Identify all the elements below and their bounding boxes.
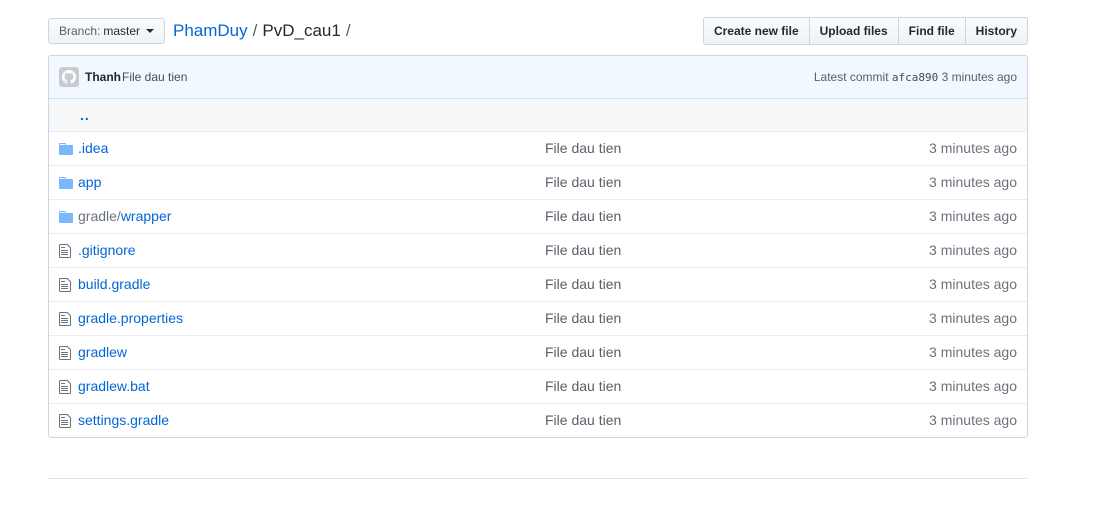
file-name-link[interactable]: .idea	[78, 132, 108, 165]
file-name-link[interactable]: app	[78, 166, 101, 199]
create-new-file-button[interactable]: Create new file	[702, 17, 809, 45]
file-name-text: build.gradle	[78, 276, 151, 292]
branch-select-button[interactable]: Branch: master	[48, 18, 166, 44]
file-row[interactable]: app File dau tien 3 minutes ago	[49, 165, 1027, 199]
branch-prefix: Branch:	[59, 24, 101, 38]
file-row[interactable]: gradle/wrapper File dau tien 3 minutes ago	[49, 199, 1027, 233]
file-icon	[59, 277, 75, 293]
file-commit-message[interactable]: File dau tien	[545, 234, 621, 267]
parent-directory-link[interactable]: ..	[80, 99, 90, 131]
file-row[interactable]: gradlew File dau tien 3 minutes ago	[49, 335, 1027, 369]
breadcrumb: PhamDuy / PvD_cau1/	[173, 17, 356, 45]
upload-files-button[interactable]: Upload files	[808, 17, 898, 45]
latest-commit-bar: Thanh File dau tien Latest commit afca89…	[49, 56, 1027, 99]
file-icon	[59, 345, 75, 361]
file-commit-message[interactable]: File dau tien	[545, 166, 621, 199]
file-icon	[59, 243, 75, 259]
find-file-button[interactable]: Find file	[897, 17, 965, 45]
file-commit-age: 3 minutes ago	[929, 140, 1017, 156]
file-commit-message[interactable]: File dau tien	[545, 132, 621, 165]
file-name-link[interactable]: gradle/wrapper	[78, 200, 171, 233]
file-commit-message[interactable]: File dau tien	[545, 268, 621, 301]
commit-author[interactable]: Thanh	[85, 56, 121, 98]
file-actions-group: Create new file Upload files Find file H…	[702, 17, 1028, 45]
file-table: Thanh File dau tien Latest commit afca89…	[48, 55, 1028, 438]
file-icon	[59, 311, 75, 327]
file-row[interactable]: gradle.properties File dau tien 3 minutes …	[49, 301, 1027, 335]
file-commit-age: 3 minutes ago	[929, 242, 1017, 258]
file-commit-age: 3 minutes ago	[929, 344, 1017, 360]
file-commit-message[interactable]: File dau tien	[545, 336, 621, 369]
file-commit-message[interactable]: File dau tien	[545, 302, 621, 335]
file-row[interactable]: gradlew.bat File dau tien 3 minutes ago	[49, 369, 1027, 403]
history-button[interactable]: History	[964, 17, 1028, 45]
file-name-link[interactable]: settings.gradle	[78, 404, 169, 437]
file-row[interactable]: .gitignore File dau tien 3 minutes ago	[49, 233, 1027, 267]
octocat-icon	[62, 70, 76, 84]
caret-down-icon	[146, 29, 155, 33]
file-icon	[59, 413, 75, 429]
file-name-text: .gitignore	[78, 242, 136, 258]
file-commit-age: 3 minutes ago	[929, 412, 1017, 428]
folder-icon	[59, 141, 75, 157]
file-name-link[interactable]: gradle.properties	[78, 302, 183, 335]
latest-commit-label: Latest commit	[813, 70, 889, 84]
file-name-link[interactable]: build.gradle	[78, 268, 150, 301]
file-commit-age: 3 minutes ago	[929, 276, 1017, 292]
file-commit-message[interactable]: File dau tien	[545, 370, 621, 403]
file-commit-age: 3 minutes ago	[929, 208, 1017, 224]
commit-message[interactable]: File dau tien	[122, 56, 187, 98]
file-name-text: gradlew	[78, 344, 128, 360]
file-navigation: Branch: master PhamDuy / PvD_cau1/ Create …	[48, 17, 1028, 45]
branch-name: master	[103, 24, 141, 38]
parent-directory-row[interactable]: ..	[49, 99, 1027, 131]
file-name-text: gradle.properties	[78, 310, 184, 326]
breadcrumb-separator: /	[345, 21, 351, 40]
latest-commit-info: Latest commit afca890 3 minutes ago	[814, 56, 1017, 99]
file-name-text: gradlew.bat	[78, 378, 150, 394]
file-list: .idea File dau tien 3 minutes ago app File d…	[49, 131, 1027, 437]
breadcrumb-repo-link[interactable]: PhamDuy	[173, 21, 248, 40]
breadcrumb-current-folder: PvD_cau1	[262, 21, 341, 40]
file-commit-message[interactable]: File dau tien	[545, 404, 621, 437]
breadcrumb-separator: /	[252, 21, 258, 40]
file-name-text: wrapper	[120, 208, 172, 224]
file-commit-message[interactable]: File dau tien	[545, 200, 621, 233]
file-name-text: settings.gradle	[78, 412, 170, 428]
file-name-text: app	[78, 174, 102, 190]
file-icon	[59, 379, 75, 395]
file-name-text: .idea	[78, 140, 109, 156]
file-name-link[interactable]: gradlew	[78, 336, 127, 369]
file-name-link[interactable]: .gitignore	[78, 234, 136, 267]
file-name-dir-part: gradle/	[78, 208, 121, 224]
file-commit-age: 3 minutes ago	[929, 378, 1017, 394]
file-row[interactable]: settings.gradle File dau tien 3 minutes ag…	[49, 403, 1027, 437]
file-commit-age: 3 minutes ago	[929, 174, 1017, 190]
file-commit-age: 3 minutes ago	[929, 310, 1017, 326]
footer-divider	[48, 478, 1028, 479]
file-row[interactable]: .idea File dau tien 3 minutes ago	[49, 131, 1027, 165]
file-row[interactable]: build.gradle File dau tien 3 minutes ago	[49, 267, 1027, 301]
commit-sha[interactable]: afca890	[892, 71, 938, 84]
avatar[interactable]	[59, 67, 79, 87]
folder-icon	[59, 209, 75, 225]
commit-age: 3 minutes ago	[941, 70, 1017, 84]
folder-icon	[59, 175, 75, 191]
file-name-link[interactable]: gradlew.bat	[78, 370, 150, 403]
